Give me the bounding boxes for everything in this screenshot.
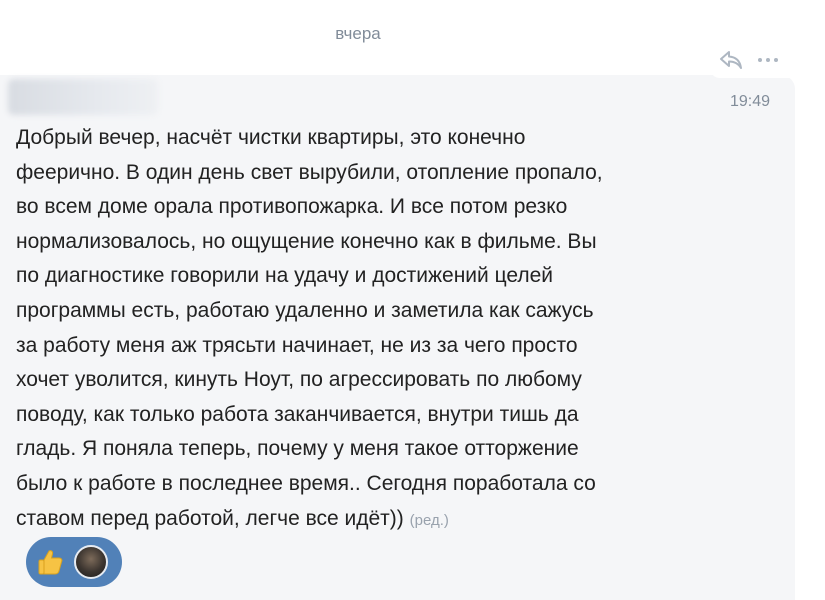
more-icon[interactable] [756, 56, 780, 64]
message-line: хочет уволится, кинуть Ноут, по агрессир… [16, 368, 582, 392]
message-line: по диагностике говорили на удачу и дости… [16, 264, 554, 288]
reply-icon[interactable] [718, 49, 744, 71]
message-text: Добрый вечер, насчёт чистки квартиры, эт… [16, 121, 716, 538]
message-line: во всем доме орала противопожарка. И все… [16, 195, 568, 219]
sender-name-blurred [8, 79, 158, 115]
message-line: было к работе в последнее время.. Сегодн… [16, 471, 596, 495]
reactor-avatar [74, 545, 108, 579]
message-line: программы есть, работаю удаленно и замет… [16, 298, 594, 322]
thumbs-up-icon [34, 545, 68, 579]
message-line: Добрый вечер, насчёт чистки квартиры, эт… [16, 126, 526, 149]
message-line: ставом перед работой, легче все идёт)) [16, 506, 404, 530]
message-actions [710, 42, 800, 78]
edited-label[interactable]: (ред.) [410, 512, 449, 529]
message-time: 19:49 [730, 93, 771, 110]
message-line: поводу, как только работа заканчивается,… [16, 402, 579, 426]
reactions-pill[interactable] [26, 537, 122, 587]
message-line: гладь. Я поняла теперь, почему у меня та… [16, 437, 579, 461]
message-line: нормализовалось, но ощущение конечно как… [16, 229, 597, 253]
message-line: за работу меня аж трясьти начинает, не и… [16, 333, 578, 357]
date-divider: вчера [335, 24, 381, 43]
message-line: феерично. В один день свет вырубили, ото… [16, 160, 603, 184]
